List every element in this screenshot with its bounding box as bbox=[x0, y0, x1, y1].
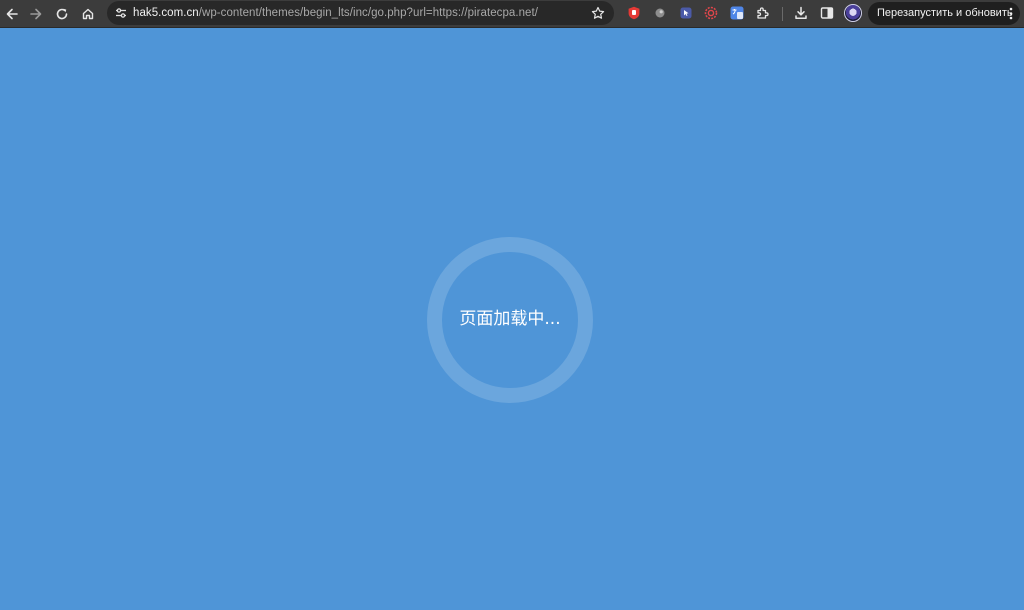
back-arrow-icon bbox=[6, 8, 18, 20]
loading-text: 页面加载中... bbox=[459, 309, 561, 329]
side-panel-button[interactable] bbox=[819, 5, 835, 21]
url-text[interactable]: hak5.com.cn/wp-content/themes/begin_lts/… bbox=[133, 1, 538, 25]
toolbar-separator bbox=[782, 7, 783, 21]
extensions-button[interactable] bbox=[755, 5, 771, 21]
address-bar[interactable]: hak5.com.cn/wp-content/themes/begin_lts/… bbox=[107, 1, 614, 25]
red-hand-extension-button[interactable] bbox=[626, 5, 642, 21]
translate-extension-button[interactable] bbox=[729, 5, 745, 21]
profile-avatar[interactable] bbox=[844, 4, 862, 22]
url-host: hak5.com.cn bbox=[133, 7, 199, 19]
reload-icon bbox=[56, 8, 68, 20]
red-spiral-extension-icon bbox=[704, 6, 718, 20]
site-info-button[interactable] bbox=[112, 4, 130, 22]
cursor-extension-button[interactable] bbox=[678, 5, 694, 21]
puzzle-extensions-icon bbox=[757, 7, 769, 19]
back-button[interactable] bbox=[1, 3, 23, 25]
cursor-extension-icon bbox=[680, 7, 692, 19]
reload-button[interactable] bbox=[51, 3, 73, 25]
tune-icon bbox=[116, 8, 126, 18]
grey-disc-extension-button[interactable] bbox=[652, 5, 668, 21]
translate-extension-icon bbox=[730, 6, 744, 20]
side-panel-icon bbox=[820, 7, 834, 19]
browser-toolbar: hak5.com.cn/wp-content/themes/begin_lts/… bbox=[0, 0, 1024, 28]
relaunch-update-label: Перезапустить и обновить bbox=[877, 7, 1013, 19]
url-path: /wp-content/themes/begin_lts/inc/go.php?… bbox=[198, 7, 538, 19]
star-icon bbox=[591, 6, 605, 19]
forward-arrow-icon bbox=[30, 8, 42, 20]
forward-button[interactable] bbox=[25, 3, 47, 25]
bookmark-button[interactable] bbox=[590, 5, 606, 21]
red-spiral-extension-button[interactable] bbox=[703, 5, 719, 21]
relaunch-update-button[interactable]: Перезапустить и обновить bbox=[868, 2, 1020, 25]
grey-disc-extension-icon bbox=[655, 8, 665, 18]
red-hand-extension-icon bbox=[628, 6, 640, 20]
downloads-button[interactable] bbox=[793, 5, 809, 21]
kebab-menu-icon bbox=[1009, 7, 1013, 20]
home-button[interactable] bbox=[77, 3, 99, 25]
download-icon bbox=[795, 6, 807, 19]
home-icon bbox=[82, 8, 94, 20]
